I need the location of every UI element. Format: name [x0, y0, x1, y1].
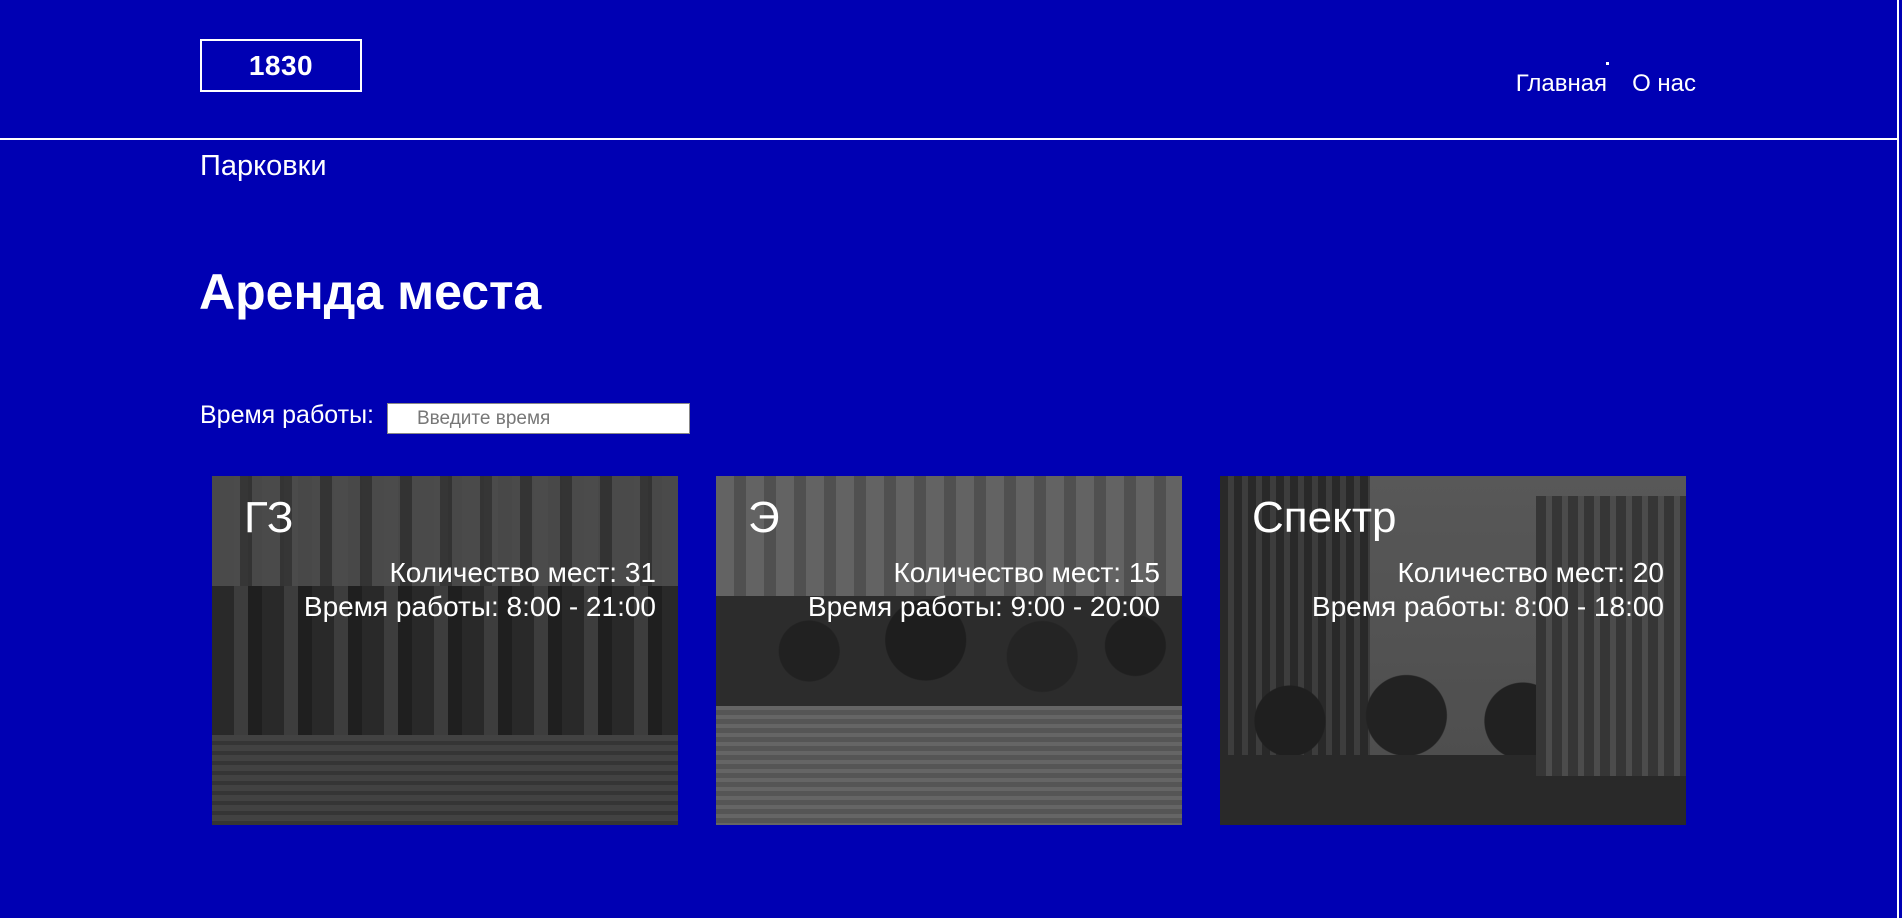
page: 1830 Главная О нас Парковки Аренда места…	[0, 0, 1902, 918]
parking-card-info: Количество мест: 15 Время работы: 9:00 -…	[808, 556, 1160, 624]
parking-cards: ГЗ Количество мест: 31 Время работы: 8:0…	[212, 476, 1686, 825]
nav-link-about-label: О нас	[1632, 70, 1696, 97]
parking-card-spektr[interactable]: Спектр Количество мест: 20 Время работы:…	[1220, 476, 1686, 825]
parking-spots-count: Количество мест: 15	[893, 557, 1161, 588]
nav-link-home-label: Главная	[1515, 70, 1608, 97]
parking-card-title: Спектр	[1252, 493, 1397, 542]
hours-filter-label: Время работы:	[200, 401, 374, 429]
parking-hours: Время работы: 8:00 - 21:00	[303, 591, 656, 622]
nav-link-home[interactable]: Главная	[1515, 62, 1610, 98]
parking-spots-count: Количество мест: 20	[1397, 557, 1665, 588]
parkings-link[interactable]: Парковки	[200, 150, 327, 183]
hours-input[interactable]	[387, 403, 690, 434]
parking-hours: Время работы: 8:00 - 18:00	[1311, 591, 1664, 622]
parking-card-gz[interactable]: ГЗ Количество мест: 31 Время работы: 8:0…	[212, 476, 678, 825]
parking-hours: Время работы: 9:00 - 20:00	[807, 591, 1160, 622]
parking-card-info: Количество мест: 20 Время работы: 8:00 -…	[1312, 556, 1664, 624]
site-header: 1830 Главная О нас	[0, 0, 1899, 140]
parking-card-title: Э	[748, 493, 780, 542]
parking-card-e[interactable]: Э Количество мест: 15 Время работы: 9:00…	[716, 476, 1182, 825]
hours-filter: Время работы:	[200, 397, 690, 434]
card-overlay	[716, 476, 1182, 825]
main-nav: Главная О нас	[1515, 62, 1696, 98]
parking-spots-count: Количество мест: 31	[389, 557, 657, 588]
nav-link-about[interactable]: О нас	[1632, 70, 1696, 98]
active-indicator	[1606, 62, 1610, 65]
page-title: Аренда места	[199, 264, 542, 320]
logo[interactable]: 1830	[200, 39, 362, 92]
parking-card-info: Количество мест: 31 Время работы: 8:00 -…	[304, 556, 656, 624]
parking-card-title: ГЗ	[244, 493, 294, 542]
